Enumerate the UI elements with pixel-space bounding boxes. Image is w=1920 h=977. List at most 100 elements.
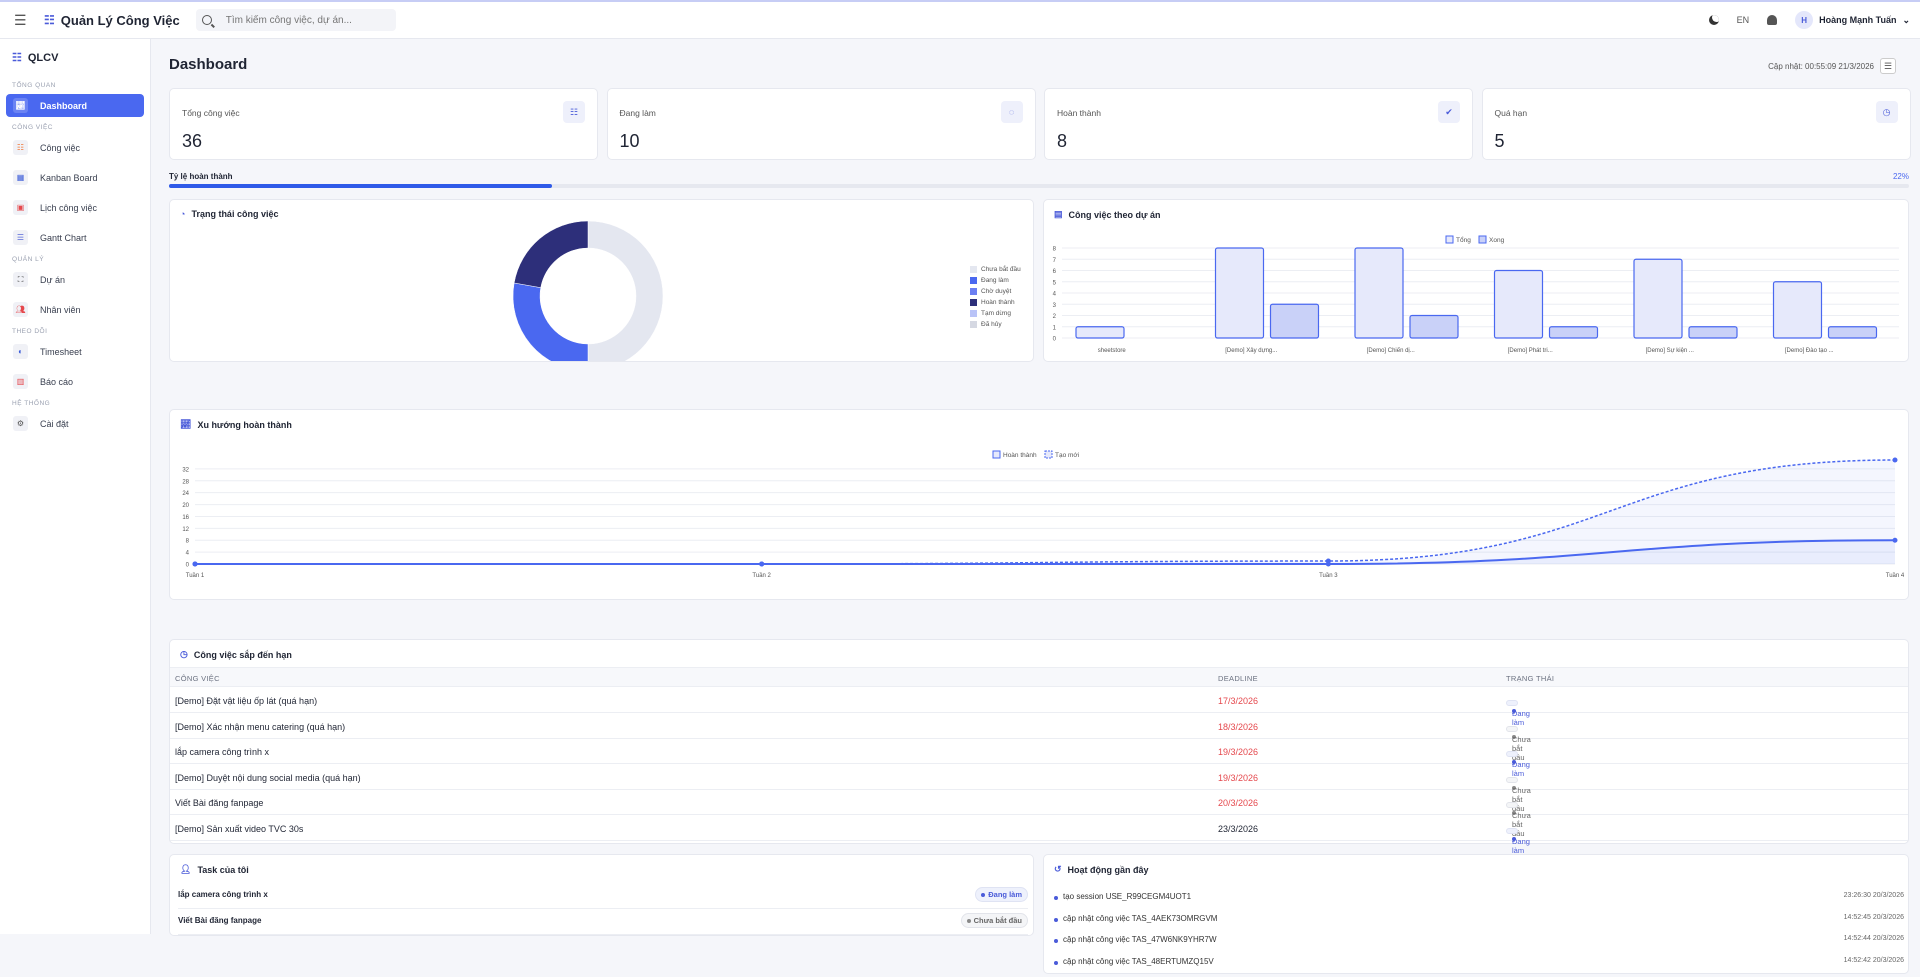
task-name[interactable]: [Demo] Sản xuất video TVC 30s [175, 824, 303, 834]
x-tick-label: [Demo] Đào tạo ... [1785, 348, 1834, 354]
stat-card[interactable]: Quá hạn 5 ◷ [1481, 88, 1911, 160]
project-chart-card: ▤ Công việc theo dự án 0 1 2 3 4 5 6 7 8 Tổng Xong s… [1043, 199, 1909, 362]
legend-item[interactable]: Đã hủy [970, 321, 1021, 328]
table-row[interactable]: [Demo] Đặt vật liệu ốp lát (quá hạn) 17/3… [170, 688, 1908, 727]
table-row[interactable]: [Demo] Sản xuất video TVC 30s 23/3/2026 Đa… [170, 816, 1908, 855]
table-row[interactable]: [Demo] Duyệt nội dung social media (quá … [170, 765, 1908, 813]
sidebar-item-báo-cáo[interactable]: ▥ Báo cáo [6, 370, 144, 393]
legend-item[interactable]: Tạm dừng [970, 310, 1021, 317]
list-item[interactable]: lắp camera công trình x Đang làm [178, 883, 1028, 909]
bar[interactable] [1688, 326, 1738, 339]
status-text: Chưa bắt đầu [973, 916, 1022, 925]
data-point[interactable] [1892, 537, 1898, 543]
activity-time: 14:52:45 20/3/2026 [1843, 913, 1904, 921]
bell-icon[interactable] [1767, 15, 1778, 25]
sidebar-section-title: QUẢN LÝ [12, 256, 45, 263]
sidebar-item-dashboard[interactable]: 📈︎ Dashboard [6, 94, 144, 117]
clock-icon: ◷ [180, 649, 188, 659]
sidebar-item-nhân-viên[interactable]: 👥︎ Nhân viên [6, 298, 144, 321]
donut-slice[interactable] [513, 220, 589, 288]
search-box[interactable] [195, 9, 396, 31]
donut-slice[interactable] [512, 282, 589, 361]
menu-icon[interactable]: ☰ [14, 12, 32, 29]
bar[interactable] [1772, 281, 1823, 339]
app-brand[interactable]: ☷ Quản Lý Công Việc [44, 13, 180, 28]
status-dot [966, 918, 971, 923]
activity-item: cập nhật công việc TAS_4AEK73OMRGVM 14:52… [1054, 914, 1904, 934]
status-badge: Đang làm [1506, 751, 1530, 778]
settings-icon: ⚙ [13, 416, 28, 431]
table-row[interactable]: lắp camera công trình x 19/3/2026 Đang làm [170, 739, 1908, 778]
legend-item[interactable]: Chờ duyệt [970, 288, 1021, 295]
status-chart-card: ◔ Trạng thái công việc Chưa bắt đầu Đang l… [169, 199, 1034, 362]
sidebar-section-title: TỔNG QUAN [12, 82, 56, 89]
bar[interactable] [1633, 258, 1683, 339]
task-name[interactable]: [Demo] Xác nhận menu catering (quá hạn) [175, 722, 345, 732]
task-name[interactable]: lắp camera công trình x [175, 747, 269, 757]
legend-swatch [992, 450, 1001, 459]
search-input[interactable] [225, 14, 386, 26]
stat-card[interactable]: Hoàn thành 8 ✔ [1044, 88, 1473, 160]
user-check-icon: 👤︎ [180, 864, 192, 874]
donut-slice[interactable] [587, 220, 664, 361]
legend-item[interactable]: Hoàn thành [970, 299, 1021, 306]
timesheet-icon: ◐ [13, 344, 28, 359]
y-tick-label: 16 [182, 515, 189, 521]
bar[interactable] [1354, 247, 1404, 339]
task-name[interactable]: Viết Bài đăng fanpage [175, 798, 263, 808]
col-task: CÔNG VIỆC [175, 674, 220, 683]
bar[interactable] [1548, 326, 1599, 339]
data-point[interactable] [1892, 457, 1898, 463]
status-badge: Chưa bắt đầu [1506, 776, 1531, 813]
bar[interactable] [1214, 247, 1265, 339]
stat-value: 10 [619, 131, 640, 151]
sidebar-item-kanban-board[interactable]: ▦ Kanban Board [6, 166, 144, 189]
deadline-date: 23/3/2026 [1218, 824, 1259, 834]
legend-label[interactable]: Tạo mới [1055, 452, 1079, 459]
list-item[interactable]: Viết Bài đăng fanpage Chưa bắt đầu [178, 909, 1028, 935]
data-point[interactable] [192, 561, 198, 567]
task-name[interactable]: [Demo] Duyệt nội dung social media (quá … [175, 773, 361, 783]
bar[interactable] [1269, 303, 1320, 339]
sidebar-section-title: HỆ THỐNG [12, 400, 51, 407]
sidebar-item-lịch-công-việc[interactable]: ▣ Lịch công việc [6, 196, 144, 219]
sidebar-item-label: Dashboard [40, 100, 88, 111]
table-row[interactable]: [Demo] Xác nhận menu catering (quá hạn) 1… [170, 714, 1908, 762]
sidebar-item-timesheet[interactable]: ◐ Timesheet [6, 340, 144, 363]
legend-label[interactable]: Tổng [1456, 236, 1471, 244]
sidebar-logo[interactable]: ☷ QLCV [0, 39, 150, 76]
legend-swatch [970, 288, 977, 295]
sidebar-section-title: CÔNG VIỆC [12, 124, 53, 131]
filter-settings-button[interactable]: ☰ [1880, 58, 1896, 74]
sidebar-item-cài-đặt[interactable]: ⚙ Cài đặt [6, 412, 144, 435]
main-content: Dashboard Cập nhật: 00:55:09 21/3/2026 ☰… [152, 39, 1920, 974]
activity-title: Hoạt động gần đây [1067, 864, 1149, 875]
y-tick-label: 1 [1053, 325, 1057, 331]
legend-label[interactable]: Hoàn thành [1003, 452, 1037, 459]
activity-text: tạo session USE_R99CEGM4UOT1 [1063, 892, 1192, 901]
user-menu[interactable]: H Hoàng Mạnh Tuấn ⌄ [1795, 11, 1910, 29]
stat-card[interactable]: Tổng công việc 36 ☷ [169, 88, 598, 160]
bar[interactable] [1075, 326, 1125, 339]
table-row[interactable]: Viết Bài đăng fanpage 20/3/2026 Chưa bắt đ… [170, 790, 1908, 838]
data-point[interactable] [759, 561, 765, 567]
task-name[interactable]: [Demo] Đặt vật liệu ốp lát (quá hạn) [175, 696, 317, 706]
stat-card[interactable]: Đang làm 10 ◌ [606, 88, 1036, 160]
legend-item[interactable]: Chưa bắt đầu [970, 266, 1021, 273]
calendar-icon: ▣ [13, 200, 28, 215]
language-toggle[interactable]: EN [1737, 15, 1750, 25]
legend-label[interactable]: Xong [1489, 237, 1505, 244]
dark-mode-icon[interactable] [1708, 15, 1719, 25]
sidebar-item-dự-án[interactable]: ⛶ Dự án [6, 268, 144, 291]
bar[interactable] [1493, 269, 1544, 339]
activity-text: cập nhật công việc TAS_4AEK73OMRGVM [1063, 913, 1218, 923]
activity-item: tạo session USE_R99CEGM4UOT1 23:26:30 20/… [1054, 892, 1904, 912]
legend-item[interactable]: Đang làm [970, 277, 1021, 284]
bar[interactable] [1827, 326, 1878, 339]
activity-item: cập nhật công việc TAS_47W6NK9YHR7W 14:52… [1054, 935, 1904, 955]
task-list-icon: ☷ [13, 140, 28, 155]
sidebar-item-gantt-chart[interactable]: ☰ Gantt Chart [6, 226, 144, 249]
sidebar-item-công-việc[interactable]: ☷ Công việc [6, 136, 144, 159]
bar[interactable] [1409, 314, 1459, 339]
data-point[interactable] [1325, 561, 1331, 567]
